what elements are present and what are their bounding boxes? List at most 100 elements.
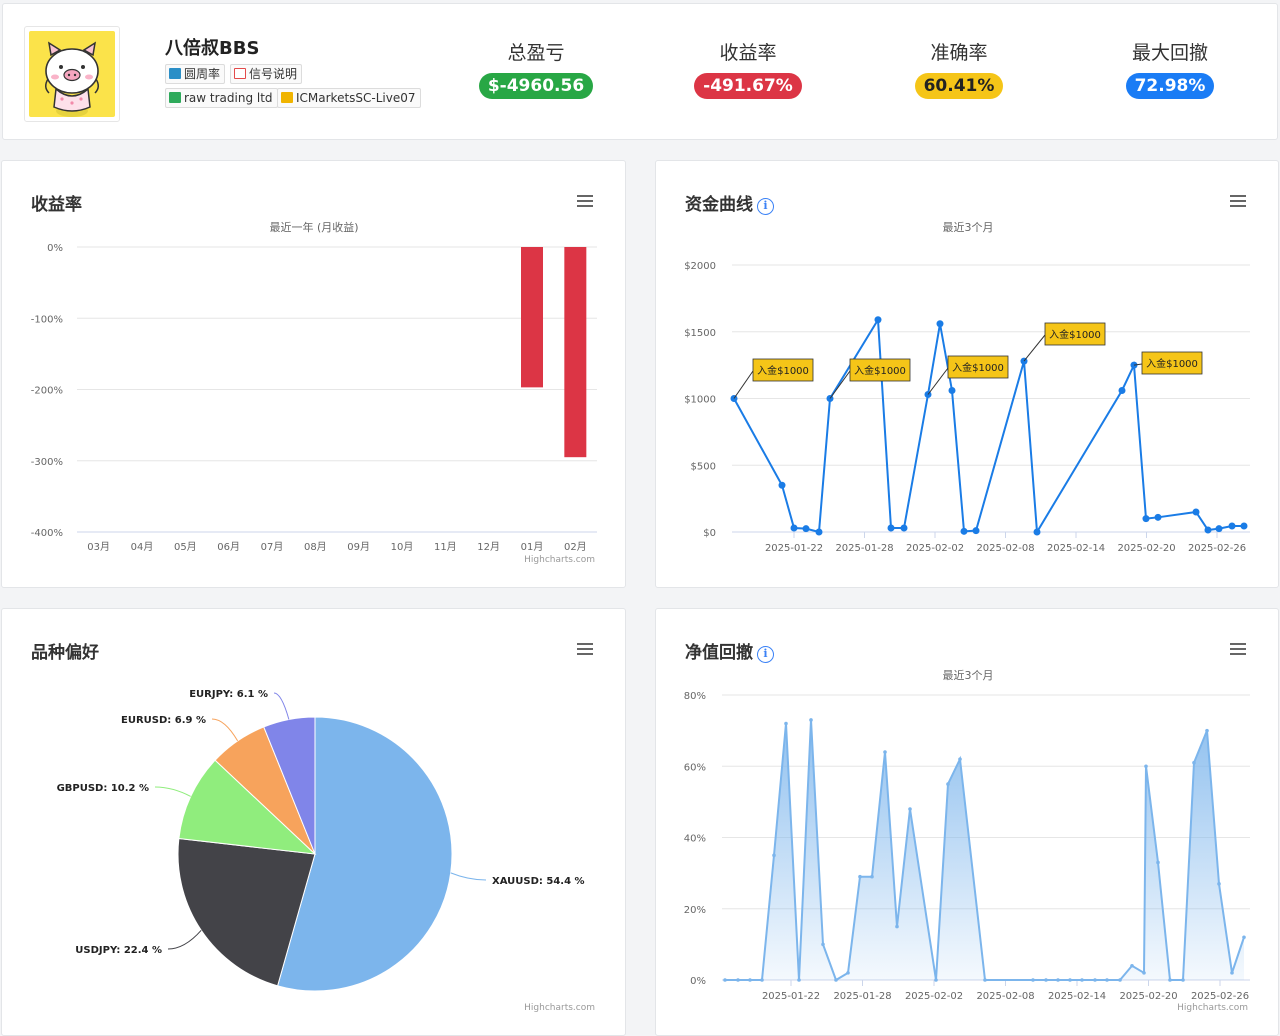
bar bbox=[564, 247, 587, 458]
x-tick-label: 01月 bbox=[521, 541, 544, 553]
data-point bbox=[1105, 978, 1109, 982]
equity-line-chart: 最近3个月 $2000 $1500 $1000 $500 $0 2025-01-22 202… bbox=[684, 221, 1250, 554]
x-tick-label: 05月 bbox=[174, 541, 197, 553]
highcharts-credit[interactable]: Highcharts.com bbox=[524, 1003, 595, 1013]
stat-max-drawdown: 最大回撤 72.98% bbox=[1090, 38, 1250, 99]
data-point bbox=[1168, 978, 1172, 982]
x-tick-label: 2025-01-28 bbox=[833, 991, 891, 1002]
y-tick-label: 80% bbox=[684, 691, 706, 702]
annotation-label: 入金$1000 bbox=[1049, 328, 1101, 341]
data-point bbox=[958, 757, 962, 761]
drawdown-chart-card: 净值回撤 i 最近3个月 80% 60% 40% 20% 0% 2025-01-22 2025… bbox=[655, 608, 1279, 1036]
x-tick-label: 2025-02-08 bbox=[976, 543, 1034, 554]
x-tick-label: 04月 bbox=[131, 541, 154, 553]
return-chart-card: 收益率 最近一年 (月收益) 0% -100% -200% -300% -400% 03月… bbox=[1, 160, 626, 588]
x-tick-label: 2025-02-20 bbox=[1119, 991, 1177, 1002]
annotation-label: 入金$1000 bbox=[854, 364, 906, 377]
x-tick-label: 02月 bbox=[564, 541, 587, 553]
profile-name: 八倍叔BBS bbox=[165, 38, 260, 59]
tag-signal-info[interactable]: 信号说明 bbox=[230, 64, 303, 84]
x-tick-label: 06月 bbox=[217, 541, 240, 553]
stat-accuracy: 准确率 60.41% bbox=[879, 38, 1039, 99]
data-point bbox=[887, 524, 895, 532]
x-tick-label: 2025-02-02 bbox=[905, 991, 963, 1002]
data-point bbox=[908, 807, 912, 811]
stat-label: 收益率 bbox=[719, 42, 777, 64]
data-point bbox=[784, 721, 788, 726]
data-point bbox=[809, 718, 813, 722]
data-point bbox=[1204, 526, 1212, 534]
profile-header: 八倍叔BBS 圆周率 信号说明 raw trading ltd ICMarket… bbox=[2, 3, 1278, 140]
y-tick-label: -100% bbox=[31, 314, 63, 325]
x-tick-label: 08月 bbox=[304, 541, 327, 553]
data-point bbox=[936, 320, 944, 328]
y-tick-label: $2000 bbox=[684, 261, 716, 272]
y-tick-label: $0 bbox=[703, 528, 716, 539]
tag-label: 信号说明 bbox=[249, 67, 298, 81]
data-point bbox=[1205, 728, 1209, 733]
annotation-connector bbox=[1023, 334, 1046, 362]
x-tick-label: 10月 bbox=[391, 541, 414, 553]
data-point bbox=[1044, 978, 1048, 982]
document-icon bbox=[234, 68, 246, 79]
data-point bbox=[948, 386, 956, 394]
data-point bbox=[815, 528, 823, 536]
y-tick-label: -200% bbox=[31, 386, 63, 397]
pie-label: EURUSD: 6.9 % bbox=[121, 715, 206, 726]
annotation-label: 入金$1000 bbox=[1146, 357, 1198, 370]
symbol-pie-card: 品种偏好 XAUUSD: 54.4 % USDJPY: 22.4 % GBPUSD:… bbox=[1, 608, 626, 1036]
equity-series-line bbox=[733, 316, 1244, 536]
data-point bbox=[1031, 978, 1035, 982]
user-card-icon bbox=[169, 68, 181, 79]
x-tick-label: 09月 bbox=[347, 541, 370, 553]
bar bbox=[521, 247, 543, 388]
data-point bbox=[1217, 882, 1221, 886]
pie-label-connector bbox=[211, 718, 239, 742]
pie-label-connector bbox=[154, 786, 191, 797]
pie-label: GBPUSD: 10.2 % bbox=[57, 783, 149, 794]
avatar[interactable] bbox=[24, 26, 120, 122]
data-point bbox=[900, 524, 908, 532]
data-point bbox=[760, 978, 764, 982]
tag-label: ICMarketsSC-Live07 bbox=[296, 91, 416, 105]
annotation-connector bbox=[733, 370, 754, 399]
y-tick-label: 20% bbox=[684, 905, 706, 916]
tag-label: 圆周率 bbox=[184, 67, 221, 81]
annotation-label: 入金$1000 bbox=[757, 364, 809, 377]
chart-subtitle: 最近3个月 bbox=[943, 669, 994, 682]
data-point bbox=[1154, 513, 1162, 521]
broker-icon bbox=[169, 92, 181, 103]
x-tick-label: 2025-02-14 bbox=[1048, 991, 1106, 1002]
x-tick-label: 2025-01-22 bbox=[765, 543, 823, 554]
y-tick-label: $1000 bbox=[684, 395, 716, 406]
chart-subtitle: 最近一年 (月收益) bbox=[269, 220, 358, 234]
data-point bbox=[1240, 522, 1248, 530]
y-tick-label: $1500 bbox=[684, 328, 716, 339]
tag-broker[interactable]: raw trading ltd bbox=[165, 88, 278, 108]
data-point bbox=[723, 978, 727, 982]
tag-server[interactable]: ICMarketsSC-Live07 bbox=[277, 88, 421, 108]
x-tick-label: 2025-02-14 bbox=[1047, 543, 1105, 554]
pie-label: XAUUSD: 54.4 % bbox=[492, 876, 585, 887]
data-point bbox=[1192, 760, 1196, 765]
stat-value: -491.67% bbox=[694, 73, 802, 99]
data-point bbox=[858, 874, 862, 879]
annotation-connector bbox=[829, 370, 851, 399]
pie-label: USDJPY: 22.4 % bbox=[75, 945, 162, 956]
stat-value: 72.98% bbox=[1125, 73, 1215, 99]
data-point bbox=[874, 316, 882, 324]
y-tick-label: -300% bbox=[31, 457, 63, 468]
y-tick-label: -400% bbox=[31, 528, 63, 539]
data-point bbox=[1230, 971, 1234, 975]
data-point bbox=[1144, 764, 1148, 769]
tag-pi[interactable]: 圆周率 bbox=[165, 64, 226, 84]
pie-label-connector bbox=[273, 692, 290, 720]
pie-label-connector bbox=[450, 872, 487, 881]
stat-total-pnl: 总盈亏 $-4960.56 bbox=[456, 38, 616, 99]
data-point bbox=[895, 924, 899, 929]
highcharts-credit[interactable]: Highcharts.com bbox=[1177, 1003, 1248, 1013]
data-point bbox=[1056, 978, 1060, 982]
drawdown-area-chart: 最近3个月 80% 60% 40% 20% 0% 2025-01-22 2025-01-28… bbox=[684, 669, 1250, 1002]
data-point bbox=[1118, 386, 1126, 394]
highcharts-credit[interactable]: Highcharts.com bbox=[524, 555, 595, 565]
